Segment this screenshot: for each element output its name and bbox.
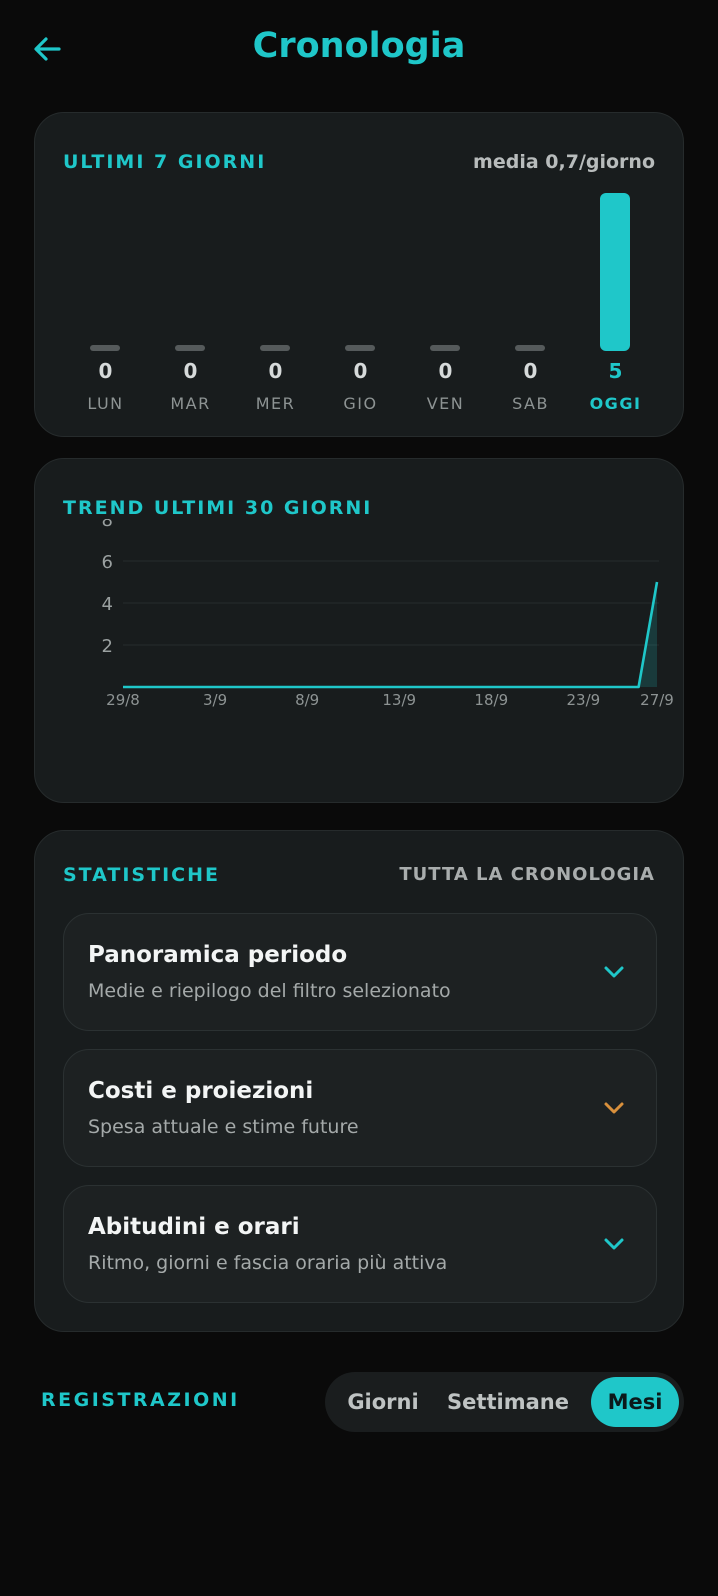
bar <box>430 345 460 351</box>
series-line <box>123 581 659 689</box>
trend-chart: 2 4 6 8 29/8 3/9 8/9 13/9 18/9 23/9 27/9 <box>102 519 674 709</box>
stats-card: STATISTICHE TUTTA LA CRONOLOGIA Panorami… <box>34 830 684 1332</box>
y-tick-label: 6 <box>102 552 113 573</box>
bar-value: 0 <box>353 359 368 383</box>
app-header: Cronologia <box>0 0 718 100</box>
bar-value: 0 <box>183 359 198 383</box>
y-tick-label: 2 <box>102 636 113 657</box>
weekly-average: media 0,7/giorno <box>473 151 655 173</box>
x-tick-label: 23/9 <box>567 691 601 709</box>
bar <box>175 345 205 351</box>
chevron-down-icon[interactable] <box>602 1096 626 1120</box>
segment-months[interactable]: Mesi <box>591 1377 679 1427</box>
bar-value: 0 <box>98 359 113 383</box>
bar-column: 0 LUN <box>63 197 148 422</box>
y-tick-label: 4 <box>102 594 113 615</box>
y-tick-label: 8 <box>102 519 113 531</box>
bar-column-today: 5 OGGI <box>573 193 658 422</box>
full-history-link[interactable]: TUTTA LA CRONOLOGIA <box>399 864 655 885</box>
bar <box>260 345 290 351</box>
registrations-label: REGISTRAZIONI <box>41 1389 240 1411</box>
bar-day: MAR <box>170 394 211 413</box>
bar-day: LUN <box>87 394 124 413</box>
bar-day: SAB <box>512 394 549 413</box>
weekly-bars: 0 LUN 0 MAR 0 MER 0 GIO 0 VEN 0 SAB 5 OGGI <box>63 193 658 422</box>
segment-weeks[interactable]: Settimane <box>437 1377 579 1427</box>
bar-column: 0 SAB <box>488 197 573 422</box>
trend-label: TREND ULTIMI 30 GIORNI <box>63 497 373 519</box>
x-tick-label: 29/8 <box>106 691 140 709</box>
bar <box>600 193 630 351</box>
period-segmented-control: Giorni Settimane Mesi <box>325 1372 684 1432</box>
stat-subtitle: Ritmo, giorni e fascia oraria più attiva <box>88 1252 448 1274</box>
bar-day: OGGI <box>589 394 642 413</box>
bar-value: 0 <box>523 359 538 383</box>
bar-column: 0 MER <box>233 197 318 422</box>
bar-value: 0 <box>268 359 283 383</box>
x-tick-label: 27/9 <box>640 691 674 709</box>
bar-day: GIO <box>343 394 378 413</box>
x-tick-label: 18/9 <box>474 691 508 709</box>
stats-label: STATISTICHE <box>63 864 220 886</box>
stat-title: Costi e proiezioni <box>88 1078 314 1104</box>
bar-column: 0 MAR <box>148 197 233 422</box>
stat-title: Panoramica periodo <box>88 942 348 968</box>
weekly-label: ULTIMI 7 GIORNI <box>63 151 267 173</box>
stat-subtitle: Medie e riepilogo del filtro selezionato <box>88 980 451 1002</box>
bar <box>90 345 120 351</box>
bar-day: MER <box>255 394 296 413</box>
bar-day: VEN <box>426 394 465 413</box>
chevron-down-icon[interactable] <box>602 1232 626 1256</box>
series-area <box>123 582 657 687</box>
page-title: Cronologia <box>252 26 466 66</box>
weekly-card: ULTIMI 7 GIORNI media 0,7/giorno 0 LUN 0 M… <box>34 112 684 437</box>
bar-column: 0 VEN <box>403 197 488 422</box>
stat-item-habits[interactable]: Abitudini e orari Ritmo, giorni e fascia… <box>63 1185 657 1303</box>
chevron-down-icon[interactable] <box>602 960 626 984</box>
stat-title: Abitudini e orari <box>88 1214 300 1240</box>
x-tick-label: 8/9 <box>295 691 319 709</box>
stat-item-costs[interactable]: Costi e proiezioni Spesa attuale e stime… <box>63 1049 657 1167</box>
trend-card: TREND ULTIMI 30 GIORNI 2 4 6 8 29/8 3/9 8/9 13/… <box>34 458 684 803</box>
x-tick-label: 3/9 <box>203 691 227 709</box>
stat-subtitle: Spesa attuale e stime future <box>88 1116 359 1138</box>
stat-item-overview[interactable]: Panoramica periodo Medie e riepilogo del… <box>63 913 657 1031</box>
segment-days[interactable]: Giorni <box>331 1377 435 1427</box>
bar <box>345 345 375 351</box>
bar-value: 5 <box>608 359 623 383</box>
bar-value: 0 <box>438 359 453 383</box>
bar <box>515 345 545 351</box>
bar-column: 0 GIO <box>318 197 403 422</box>
x-tick-label: 13/9 <box>382 691 416 709</box>
